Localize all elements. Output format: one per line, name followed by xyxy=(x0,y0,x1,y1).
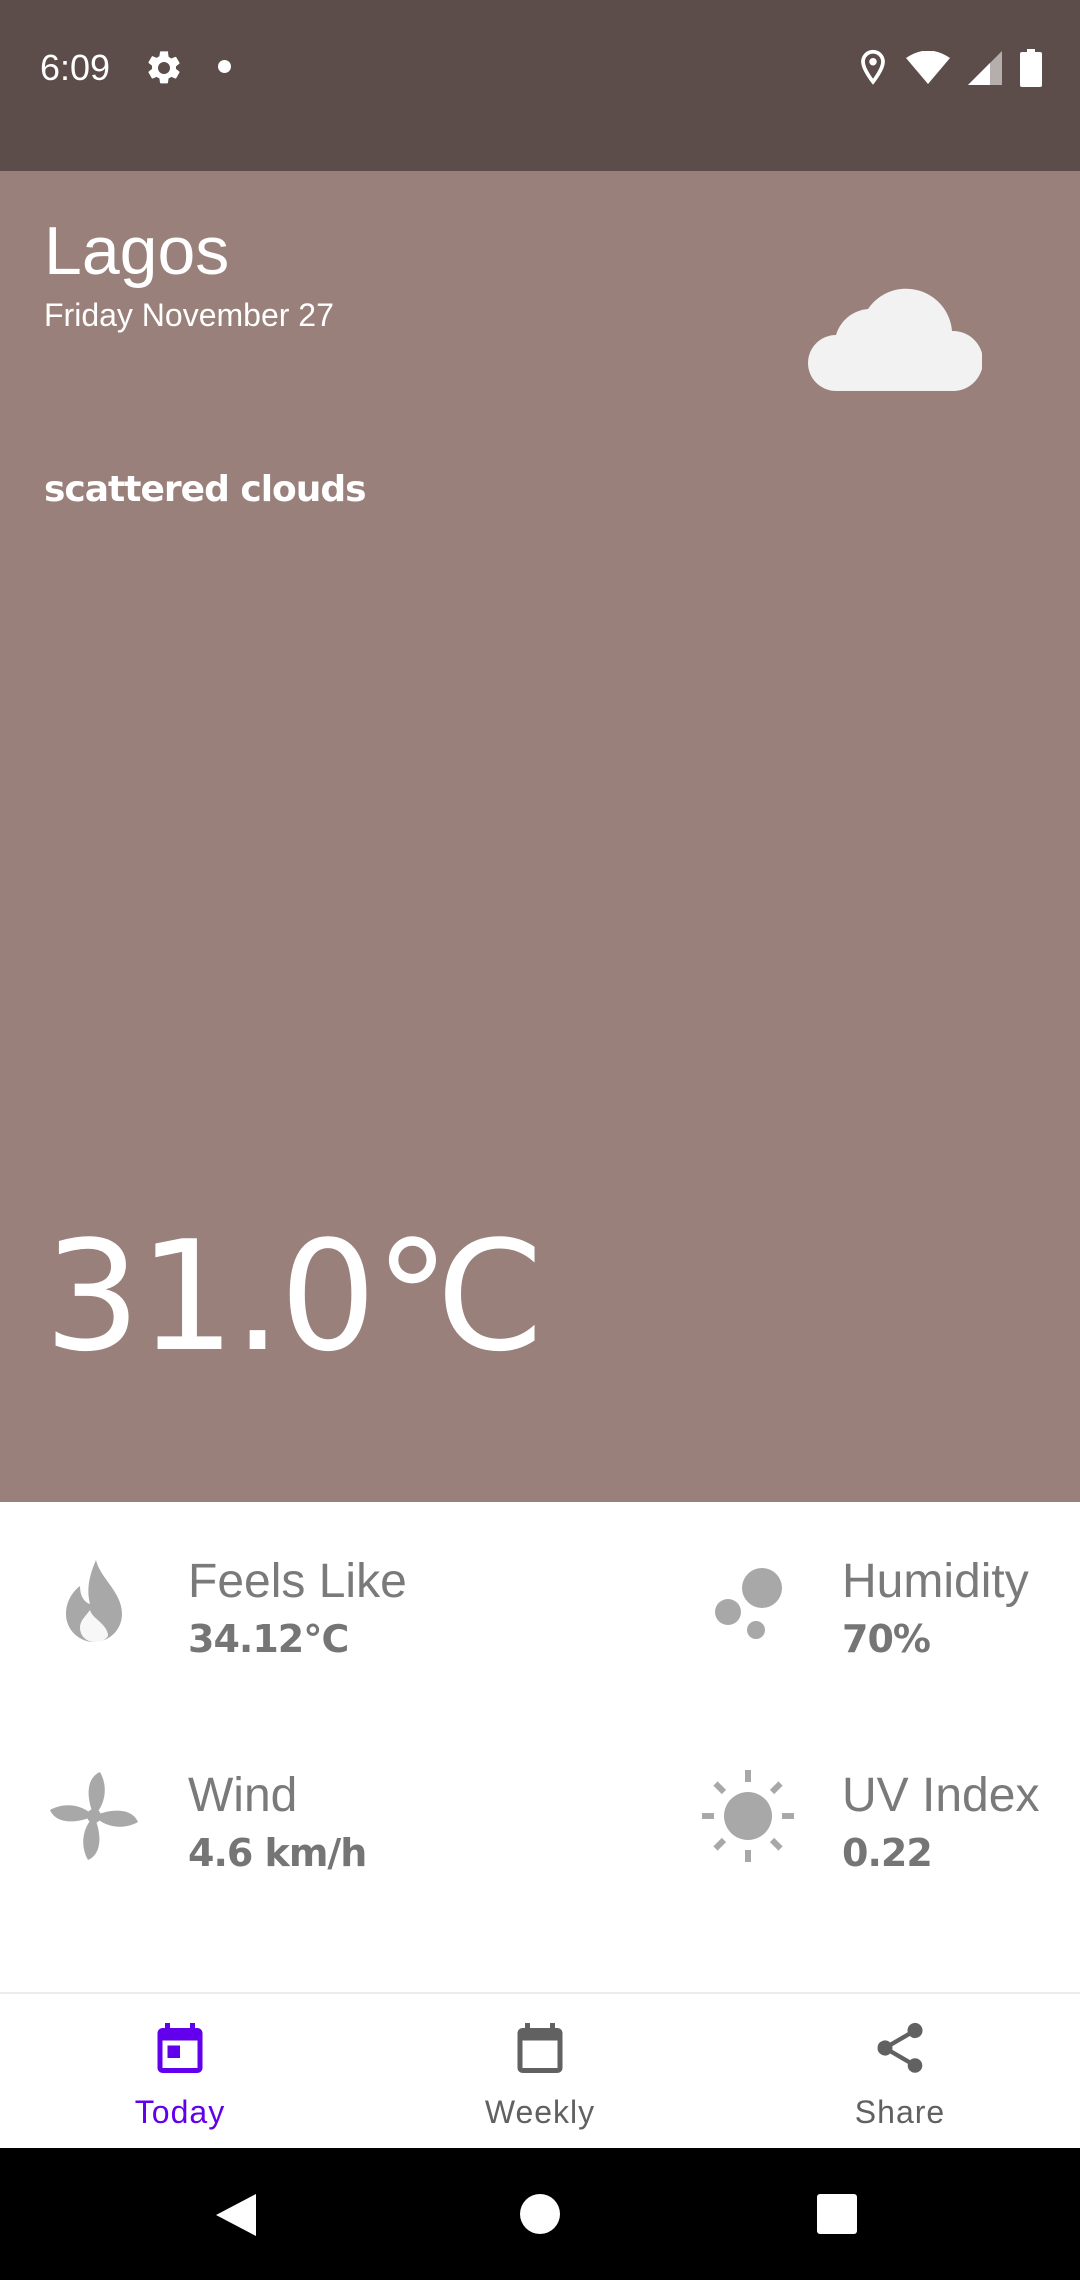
fan-icon xyxy=(50,1772,138,1860)
status-bar: 6:09 xyxy=(0,0,1080,171)
back-icon[interactable] xyxy=(210,2190,260,2240)
nav-share[interactable]: Share xyxy=(720,1994,1080,2150)
recents-icon[interactable] xyxy=(815,2192,859,2236)
uv-index-label: UV Index xyxy=(842,1769,1040,1822)
droplets-icon xyxy=(715,1568,782,1639)
signal-icon xyxy=(968,51,1002,85)
calendar-today-icon xyxy=(157,2023,203,2073)
current-weather-panel: Lagos Friday November 27 scattered cloud… xyxy=(0,171,1080,1502)
wind-value: 4.6 km/h xyxy=(188,1831,367,1875)
weather-condition: scattered clouds xyxy=(44,469,367,510)
system-navigation-bar xyxy=(0,2148,1080,2280)
notification-dot-icon xyxy=(218,60,231,73)
nav-today[interactable]: Today xyxy=(0,1994,360,2150)
calendar-icon xyxy=(517,2023,563,2073)
humidity-label: Humidity xyxy=(842,1555,1029,1608)
bottom-navigation: Today Weekly Share xyxy=(0,1992,1080,2148)
date-label: Friday November 27 xyxy=(44,297,334,333)
feels-like-value: 34.12℃ xyxy=(188,1617,349,1661)
sun-icon xyxy=(702,1770,794,1862)
status-icons xyxy=(858,48,1042,88)
nav-weekly-label: Weekly xyxy=(484,2094,596,2130)
weather-details: Feels Like 34.12℃ Humidity 70% Wind 4.6 … xyxy=(0,1502,1080,1992)
city-name: Lagos xyxy=(44,213,230,289)
uv-index-value: 0.22 xyxy=(842,1831,933,1875)
current-temperature: 31.0℃ xyxy=(44,1208,545,1385)
share-icon xyxy=(877,2022,923,2073)
wind-label: Wind xyxy=(188,1769,298,1822)
flame-icon xyxy=(66,1560,122,1643)
feels-like-label: Feels Like xyxy=(188,1555,407,1608)
nav-weekly[interactable]: Weekly xyxy=(360,1994,720,2150)
wifi-icon xyxy=(906,51,950,84)
nav-today-label: Today xyxy=(134,2094,226,2130)
humidity-value: 70% xyxy=(842,1617,931,1661)
status-time: 6:09 xyxy=(40,47,111,88)
gear-icon xyxy=(148,51,180,84)
battery-icon xyxy=(1020,49,1042,87)
cloud-icon xyxy=(808,288,982,391)
nav-share-label: Share xyxy=(854,2094,946,2130)
home-icon[interactable] xyxy=(518,2192,562,2236)
location-icon xyxy=(861,49,885,85)
